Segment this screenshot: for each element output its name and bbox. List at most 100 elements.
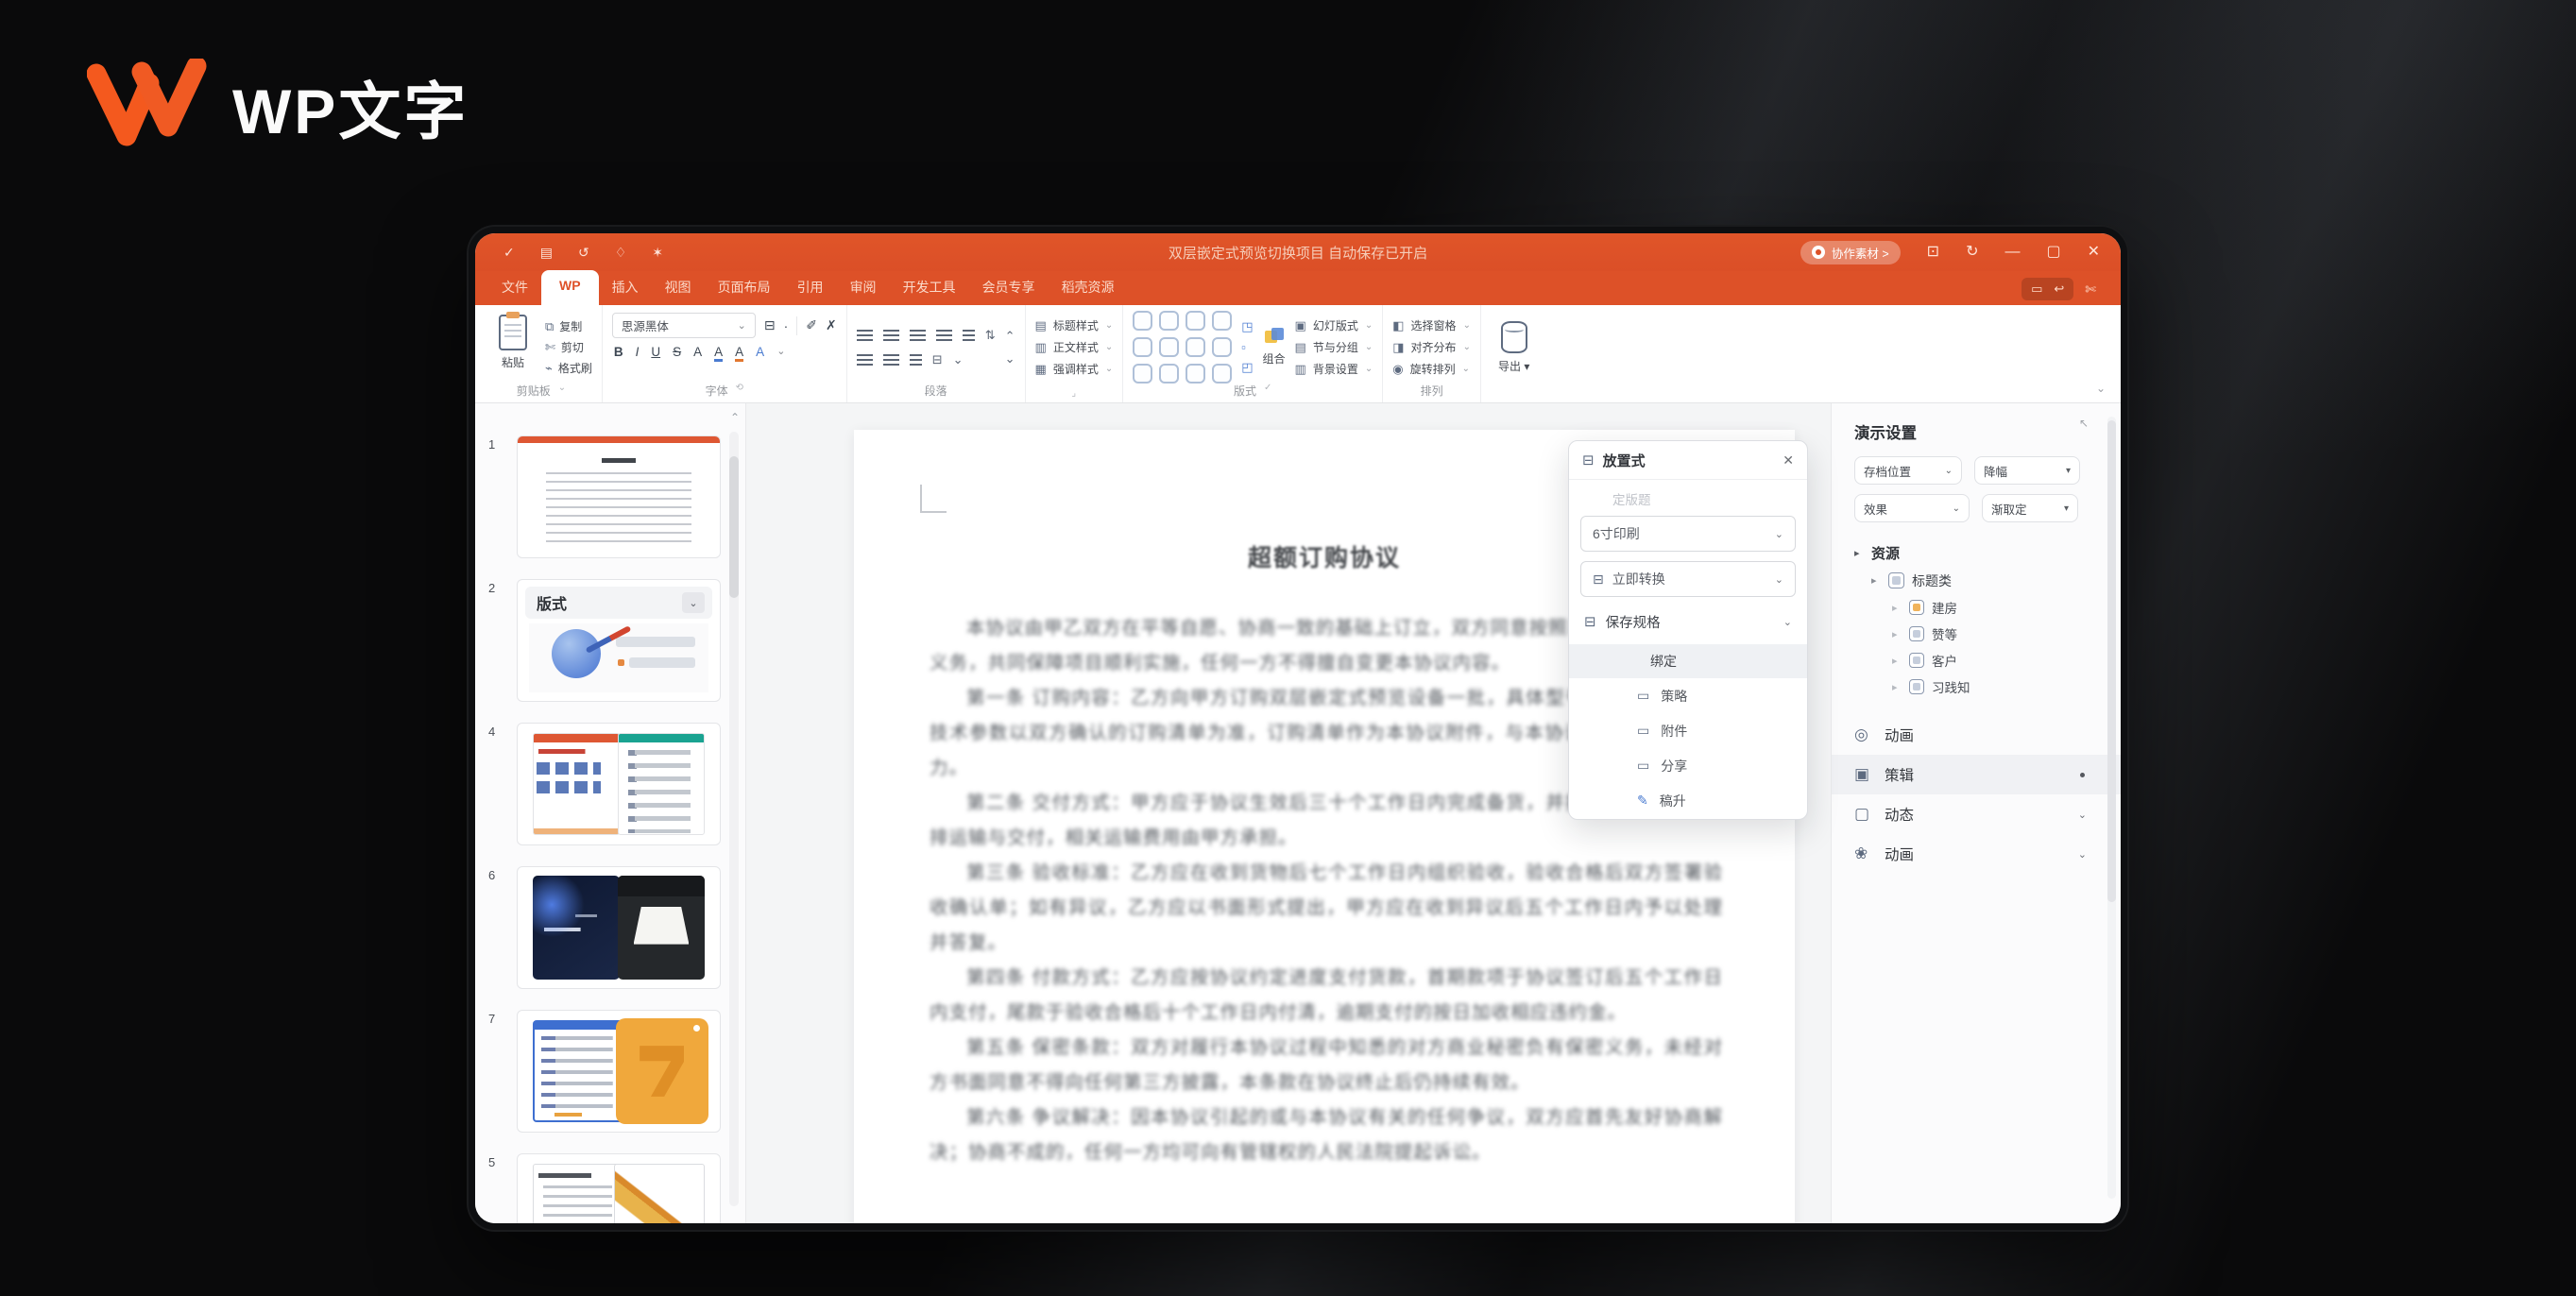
arrange-row-button[interactable]: ◧ 选择窗格 ⌄ xyxy=(1392,317,1471,333)
clear-format-icon[interactable]: ✗ xyxy=(826,317,837,333)
tree-root-row[interactable]: ▸ 资源 xyxy=(1854,539,2121,567)
tree-child-row[interactable]: ▸ 标题类 xyxy=(1854,567,2121,594)
style-row-button[interactable]: ▤ 标题样式 ⌄ xyxy=(1035,317,1114,333)
popup-selected-item[interactable]: 绑定 xyxy=(1569,644,1807,678)
chevron-down-icon[interactable]: ⌄ xyxy=(682,592,705,613)
popup-expand-row[interactable]: ⊟ 保存规格 ⌄ xyxy=(1569,603,1807,640)
layout-gallery-cell[interactable] xyxy=(1212,364,1232,384)
popup-list-item[interactable]: ▭ 策略 xyxy=(1569,678,1807,713)
popup-list-item[interactable]: ▭ 分享 xyxy=(1569,748,1807,783)
font-style-button[interactable]: A xyxy=(693,346,702,359)
font-style-button[interactable]: A xyxy=(735,346,743,359)
font-style-button[interactable]: A xyxy=(756,346,764,359)
shading-icon[interactable]: ⌄ xyxy=(953,352,964,367)
ribbon-tab[interactable]: 视图 xyxy=(652,270,705,305)
more-dot-icon[interactable]: · xyxy=(784,318,789,333)
ribbon-tab[interactable]: 开发工具 xyxy=(890,270,969,305)
quick-access-icon[interactable]: ✓ xyxy=(503,245,515,261)
font-style-button[interactable]: B xyxy=(614,346,623,359)
close-icon[interactable]: ✕ xyxy=(1783,452,1794,469)
settings-scrollbar-thumb[interactable] xyxy=(2107,420,2116,902)
arrange-row-button[interactable]: ◨ 对齐分布 ⌄ xyxy=(1392,339,1471,355)
tree-leaf-row[interactable]: ▸ 习践知 xyxy=(1854,674,2121,700)
ribbon-tab[interactable]: 稻壳资源 xyxy=(1049,270,1128,305)
layout-row-button[interactable]: ▥ 背景设置 ⌄ xyxy=(1295,361,1373,377)
layout-gallery-cell[interactable] xyxy=(1186,364,1205,384)
pin-ribbon-icon[interactable]: ✄ xyxy=(2085,281,2096,298)
scroll-up-icon[interactable]: ⌃ xyxy=(730,411,740,424)
layout-gallery-cell[interactable] xyxy=(1186,311,1205,331)
format-painter-icon[interactable]: ✐ xyxy=(806,317,817,333)
shape-tool-icon[interactable]: ◳ xyxy=(1241,319,1253,334)
font-size-icon[interactable]: ⊟ xyxy=(764,317,776,333)
arrange-row-button[interactable]: ◉ 旋转排列 ⌄ xyxy=(1392,361,1471,377)
ribbon-display-icon[interactable]: ▭ xyxy=(2031,281,2042,297)
ribbon-tab[interactable]: 文件 xyxy=(488,270,541,305)
layout-gallery-cell[interactable] xyxy=(1159,337,1179,357)
font-style-button[interactable]: I xyxy=(636,346,640,359)
paste-button[interactable]: 粘贴 xyxy=(490,313,536,382)
thumbnail-card[interactable]: ⌄ xyxy=(517,1010,721,1133)
font-style-button[interactable]: A xyxy=(714,346,723,359)
layout-gallery-cell[interactable] xyxy=(1133,311,1152,331)
thumbnail-scrollbar[interactable] xyxy=(729,432,739,1206)
popup-list-item[interactable]: ▭ 附件 xyxy=(1569,713,1807,748)
restore-layout-icon[interactable]: ⊡ xyxy=(1927,245,1939,260)
shape-tool-icon[interactable]: ◰ xyxy=(1241,360,1253,375)
layout-gallery-cell[interactable] xyxy=(1133,337,1152,357)
tree-leaf-row[interactable]: ▸ 客户 xyxy=(1854,647,2121,674)
font-style-button[interactable]: ⌄ xyxy=(776,347,785,357)
settings-select-1[interactable]: 存档位置 ⌄ xyxy=(1854,456,1962,485)
panel-section-row[interactable]: ▢ 动态 ⌄ xyxy=(1854,794,2121,834)
tree-leaf-row[interactable]: ▸ 赞等 xyxy=(1854,621,2121,647)
layout-row-button[interactable]: ▣ 幻灯版式 ⌄ xyxy=(1295,317,1373,333)
settings-select-4[interactable]: 渐取定 ▾ xyxy=(1982,494,2078,522)
style-row-button[interactable]: ▦ 强调样式 ⌄ xyxy=(1035,361,1114,377)
minimize-button[interactable]: — xyxy=(2005,245,2020,260)
panel-collapse-icon[interactable]: ↖ xyxy=(2079,417,2089,430)
font-style-button[interactable]: S xyxy=(673,346,681,359)
layout-gallery-cell[interactable] xyxy=(1186,337,1205,357)
lower-icon[interactable]: ⌄ xyxy=(1005,351,1015,367)
ribbon-tab[interactable]: 插入 xyxy=(599,270,652,305)
close-button[interactable]: ✕ xyxy=(2088,245,2100,260)
font-style-button[interactable]: U xyxy=(651,346,660,359)
align-left-icon[interactable] xyxy=(857,330,873,341)
quick-access-icon[interactable]: ▤ xyxy=(540,245,553,261)
tree-leaf-row[interactable]: ▸ 建房 xyxy=(1854,594,2121,621)
panel-section-row[interactable]: ▣ 策辑 xyxy=(1832,755,2121,794)
thumbnail-card[interactable]: ⌄ xyxy=(517,435,721,558)
sort-icon[interactable]: ⇅ xyxy=(985,328,996,343)
ribbon-tab[interactable]: 引用 xyxy=(784,270,837,305)
sync-icon[interactable]: ↻ xyxy=(1966,245,1978,260)
clipboard-button[interactable]: ⌁ 格式刷 xyxy=(545,360,592,376)
collab-pill-button[interactable]: 协作素材 > xyxy=(1800,241,1901,264)
ribbon-tab[interactable]: 会员专享 xyxy=(969,270,1049,305)
thumbnail-card[interactable]: ⌄ xyxy=(517,723,721,845)
clipboard-button[interactable]: ⧉ 复制 xyxy=(545,318,592,334)
thumbnail-card[interactable]: ⌄ xyxy=(517,1153,721,1223)
layout-gallery-cell[interactable] xyxy=(1159,364,1179,384)
align-center-icon[interactable] xyxy=(883,330,899,341)
settings-scrollbar[interactable] xyxy=(2107,417,2116,1199)
bullets-icon[interactable] xyxy=(910,354,922,366)
layout-gallery-cell[interactable] xyxy=(1212,311,1232,331)
borders-icon[interactable]: ⊟ xyxy=(932,352,943,367)
layout-row-button[interactable]: ▤ 节与分组 ⌄ xyxy=(1295,339,1373,355)
panel-section-row[interactable]: ◎ 动画 xyxy=(1854,715,2121,755)
layout-gallery-cell[interactable] xyxy=(1212,337,1232,357)
export-button[interactable]: 导出 ▾ xyxy=(1491,313,1537,382)
thumbnail-card[interactable]: 版式 ⌄ xyxy=(517,579,721,702)
maximize-button[interactable]: ▢ xyxy=(2046,245,2060,260)
thumbnail-card[interactable]: ⌄ xyxy=(517,866,721,989)
ribbon-tab[interactable]: WP xyxy=(541,270,599,305)
panel-section-row[interactable]: ❀ 动画 ⌄ xyxy=(1854,834,2121,874)
raise-icon[interactable]: ⌃ xyxy=(1005,329,1015,344)
settings-select-2[interactable]: 降幅 ▾ xyxy=(1974,456,2080,485)
quick-access-icon[interactable]: ↺ xyxy=(578,245,589,261)
font-family-select[interactable]: 思源黑体 ⌄ xyxy=(612,313,756,338)
shape-tool-icon[interactable]: ▫ xyxy=(1241,340,1253,354)
align-right-icon[interactable] xyxy=(910,330,926,341)
clipboard-button[interactable]: ✄ 剪切 xyxy=(545,339,592,355)
align-justify-icon[interactable] xyxy=(936,330,952,341)
